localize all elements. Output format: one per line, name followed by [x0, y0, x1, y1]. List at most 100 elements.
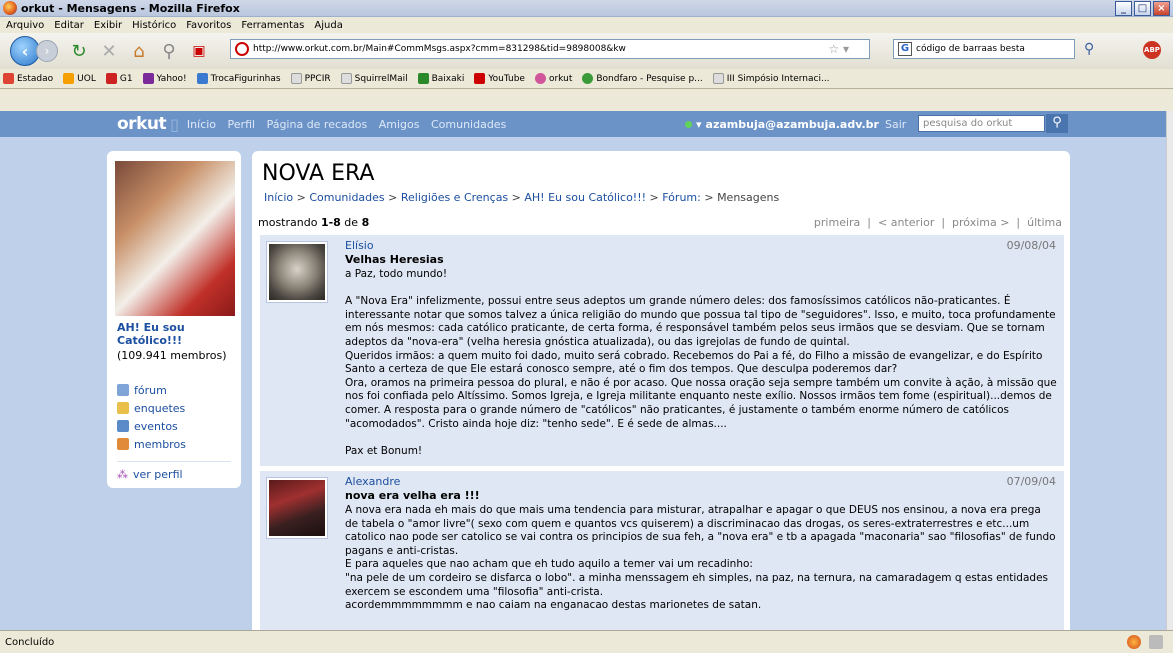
menu-exibir[interactable]: Exibir	[94, 20, 122, 31]
status-bar: Concluído	[0, 630, 1173, 653]
breadcrumb-community[interactable]: AH! Eu sou Católico!!!	[524, 191, 646, 204]
home-icon[interactable]: ⌂	[130, 41, 148, 62]
browser-search-value: código de barraas besta	[916, 44, 1025, 54]
search-icon[interactable]: ⚲	[1084, 41, 1094, 57]
nav-inicio[interactable]: Início	[187, 118, 216, 131]
menu-membros[interactable]: membros	[117, 435, 237, 453]
nav-comunidades[interactable]: Comunidades	[431, 118, 506, 131]
page-icon[interactable]: ▣	[190, 43, 208, 59]
menu-forum[interactable]: fórum	[117, 381, 237, 399]
community-name[interactable]: AH! Eu sou Católico!!!	[117, 321, 237, 347]
menu-favoritos[interactable]: Favoritos	[186, 20, 231, 31]
forum-post: Alexandre 07/09/04 nova era velha era !!…	[260, 471, 1064, 630]
community-members-count: (109.941 membros)	[117, 349, 227, 362]
bookmark-icon	[340, 73, 352, 84]
post-author[interactable]: Alexandre	[345, 475, 400, 488]
members-icon	[117, 438, 129, 450]
pager-first[interactable]: primeira	[814, 216, 860, 229]
logout-link[interactable]: Sair	[885, 118, 906, 131]
menu-eventos[interactable]: eventos	[117, 417, 237, 435]
menu-ferramentas[interactable]: Ferramentas	[241, 20, 304, 31]
community-photo[interactable]	[115, 161, 235, 316]
divider	[117, 461, 231, 462]
navigation-toolbar: ‹ › ↻ ✕ ⌂ ⚲ ▣ http://www.orkut.com.br/Ma…	[0, 33, 1173, 69]
menu-enquetes[interactable]: enquetes	[117, 399, 237, 417]
window-title: orkut - Mensagens - Mozilla Firefox	[21, 1, 240, 15]
vertical-scrollbar[interactable]	[1166, 111, 1173, 630]
bookmark-item[interactable]: PPCIR	[290, 73, 331, 84]
ver-perfil-link[interactable]: ⁂ ver perfil	[117, 468, 183, 481]
calendar-icon	[117, 420, 129, 432]
pager-prev[interactable]: < anterior	[878, 216, 934, 229]
bookmark-icon	[417, 73, 429, 84]
reload-icon[interactable]: ↻	[70, 41, 88, 62]
bookmark-item[interactable]: SquirrelMail	[340, 73, 408, 84]
bookmark-icon	[63, 73, 75, 84]
bookmark-tag-icon[interactable]: ⚲	[160, 41, 178, 62]
breadcrumb-religioes[interactable]: Religiões e Crenças	[401, 191, 508, 204]
google-icon[interactable]: G	[898, 42, 912, 56]
profile-icon: ⁂	[117, 468, 128, 481]
pager: primeira | < anterior | próxima > | últi…	[813, 216, 1062, 229]
post-author[interactable]: Elísio	[345, 239, 374, 252]
post-body: a Paz, todo mundo! A "Nova Era" infelizm…	[345, 268, 1057, 457]
bookmarks-toolbar: Estadao UOL G1 Yahoo! TrocaFigurinhas PP…	[0, 69, 1173, 89]
post-date: 07/09/04	[1006, 475, 1056, 488]
bookmark-item[interactable]: Bondfaro - Pesquise p...	[582, 73, 703, 84]
forward-button[interactable]: ›	[36, 40, 58, 62]
community-sidebar: AH! Eu sou Católico!!! (109.941 membros)…	[107, 151, 241, 488]
firefox-status-icon[interactable]	[1127, 635, 1141, 649]
maximize-button[interactable]: □	[1134, 1, 1151, 16]
bookmark-item[interactable]: Yahoo!	[142, 73, 187, 84]
bookmark-icon	[582, 73, 594, 84]
orkut-search-button[interactable]: ⚲	[1046, 114, 1068, 133]
bookmark-icon	[105, 73, 117, 84]
author-avatar[interactable]	[266, 477, 328, 539]
menu-historico[interactable]: Histórico	[132, 20, 176, 31]
stop-icon[interactable]: ✕	[100, 41, 118, 62]
bookmark-item[interactable]: III Simpósio Internaci...	[712, 73, 830, 84]
breadcrumb-comunidades[interactable]: Comunidades	[309, 191, 384, 204]
bookmark-item[interactable]: YouTube	[474, 73, 525, 84]
status-icons	[1127, 635, 1163, 649]
browser-search-input[interactable]: G código de barraas besta	[893, 39, 1075, 59]
url-text: http://www.orkut.com.br/Main#CommMsgs.as…	[253, 44, 626, 54]
menu-ajuda[interactable]: Ajuda	[314, 20, 342, 31]
post-subject: nova era velha era !!!	[345, 489, 480, 502]
menubar: Arquivo Editar Exibir Histórico Favorito…	[0, 17, 1173, 33]
orkut-logo[interactable]: orkut	[117, 114, 167, 134]
chevron-down-icon: ▾	[696, 117, 702, 131]
bookmark-item[interactable]: Baixaki	[417, 73, 464, 84]
breadcrumb-forum[interactable]: Fórum:	[662, 191, 701, 204]
menu-editar[interactable]: Editar	[54, 20, 84, 31]
bookmark-item[interactable]: TrocaFigurinhas	[196, 73, 281, 84]
toolbar-spacer	[0, 89, 1173, 111]
nav-perfil[interactable]: Perfil	[228, 118, 256, 131]
bookmark-item[interactable]: Estadao	[3, 73, 53, 84]
close-button[interactable]: ×	[1153, 1, 1170, 16]
address-bar[interactable]: http://www.orkut.com.br/Main#CommMsgs.as…	[230, 39, 870, 59]
bookmark-icon	[474, 73, 486, 84]
nav-recados[interactable]: Página de recados	[267, 118, 368, 131]
menu-arquivo[interactable]: Arquivo	[6, 20, 44, 31]
forum-icon	[117, 384, 129, 396]
topic-panel: NOVA ERA Início > Comunidades > Religiõe…	[252, 151, 1070, 630]
pager-next[interactable]: próxima >	[952, 216, 1009, 229]
star-icon[interactable]: ☆ ▾	[828, 42, 849, 56]
minimize-button[interactable]: _	[1115, 1, 1132, 16]
orkut-search-input[interactable]: pesquisa do orkut	[918, 115, 1045, 132]
adblock-icon[interactable]: ABP	[1143, 41, 1161, 59]
bookmark-item[interactable]: UOL	[63, 73, 96, 84]
nav-amigos[interactable]: Amigos	[379, 118, 420, 131]
pager-last[interactable]: última	[1027, 216, 1062, 229]
window-controls: _ □ ×	[1115, 1, 1170, 16]
community-menu: fórum enquetes eventos membros	[117, 381, 237, 453]
bookmark-icon	[290, 73, 302, 84]
bookmark-item[interactable]: G1	[105, 73, 133, 84]
user-menu[interactable]: ▾ azambuja@azambuja.adv.br	[685, 118, 879, 131]
printer-icon[interactable]	[1149, 635, 1163, 649]
window-titlebar: orkut - Mensagens - Mozilla Firefox _ □ …	[0, 0, 1173, 17]
bookmark-item[interactable]: orkut	[534, 73, 572, 84]
breadcrumb-inicio[interactable]: Início	[264, 191, 293, 204]
author-avatar[interactable]	[266, 241, 328, 303]
